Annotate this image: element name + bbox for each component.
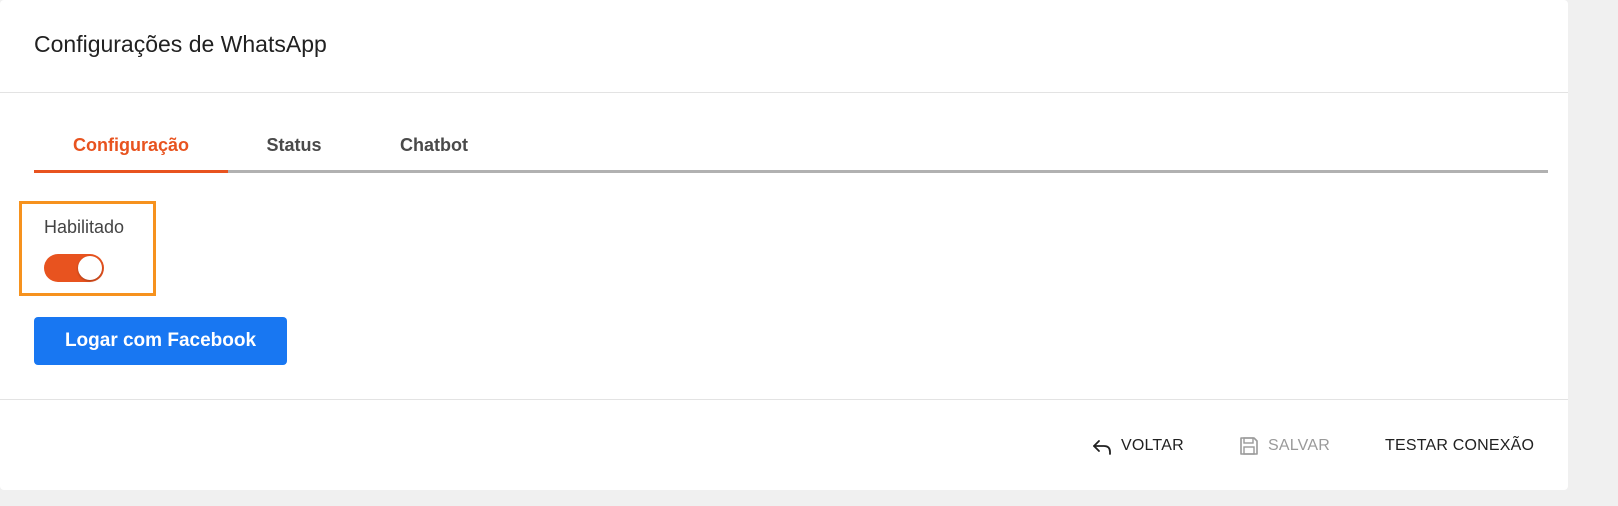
tab-configuracao[interactable]: Configuração <box>34 120 228 170</box>
dialog-header: Configurações de WhatsApp <box>0 0 1568 93</box>
whatsapp-settings-dialog: Configurações de WhatsApp Configuração S… <box>0 0 1568 490</box>
back-button[interactable]: VOLTAR <box>1091 428 1184 464</box>
undo-arrow-icon <box>1091 435 1113 457</box>
test-connection-button[interactable]: TESTAR CONEXÃO <box>1385 428 1534 464</box>
dialog-title: Configurações de WhatsApp <box>34 31 327 57</box>
tab-chatbot[interactable]: Chatbot <box>360 120 508 170</box>
back-button-label: VOLTAR <box>1121 437 1184 454</box>
login-facebook-button[interactable]: Logar com Facebook <box>34 317 287 365</box>
footer-divider <box>0 399 1568 400</box>
tab-bar: Configuração Status Chatbot <box>34 120 1548 173</box>
floppy-disk-icon <box>1238 435 1260 457</box>
toggle-thumb <box>78 256 102 280</box>
active-tab-indicator <box>34 170 228 173</box>
enabled-label: Habilitado <box>44 217 125 237</box>
save-button[interactable]: SALVAR <box>1238 428 1330 464</box>
save-button-label: SALVAR <box>1268 437 1330 454</box>
tab-status[interactable]: Status <box>228 120 360 170</box>
enabled-toggle[interactable] <box>44 254 104 282</box>
